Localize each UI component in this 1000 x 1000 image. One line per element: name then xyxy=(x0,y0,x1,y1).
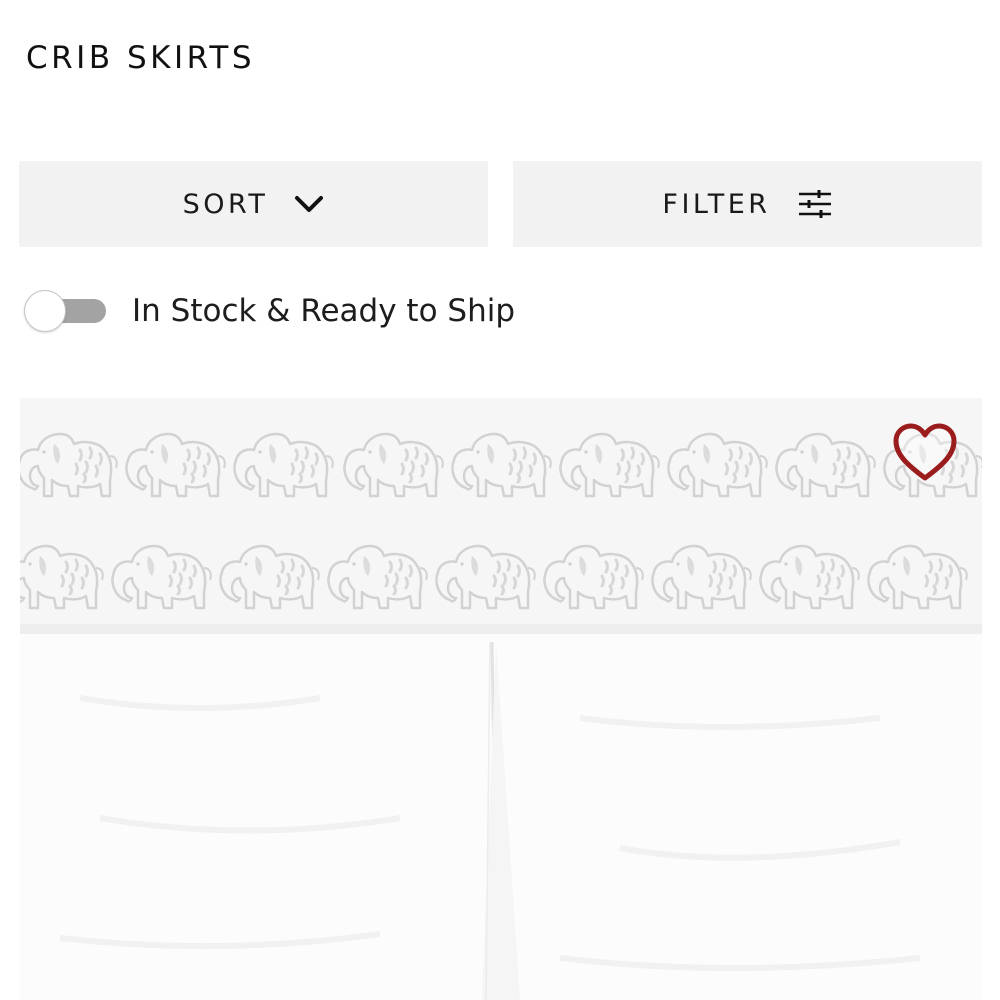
filter-button[interactable]: FILTER xyxy=(513,161,982,247)
sort-button[interactable]: SORT xyxy=(19,161,488,247)
toggle-knob xyxy=(24,290,66,332)
sliders-icon xyxy=(797,189,833,219)
in-stock-label: In Stock & Ready to Ship xyxy=(132,293,516,329)
in-stock-toggle[interactable] xyxy=(24,290,106,332)
sort-label: SORT xyxy=(182,188,269,220)
filter-label: FILTER xyxy=(662,188,771,220)
in-stock-filter: In Stock & Ready to Ship xyxy=(24,288,515,334)
favorite-heart-icon[interactable] xyxy=(892,422,958,484)
page: CRIB SKIRTS SORT FILTER In Stock & Ready… xyxy=(0,0,1000,1000)
product-image[interactable] xyxy=(20,398,982,1000)
page-title: CRIB SKIRTS xyxy=(26,40,255,76)
chevron-down-icon xyxy=(294,194,324,214)
